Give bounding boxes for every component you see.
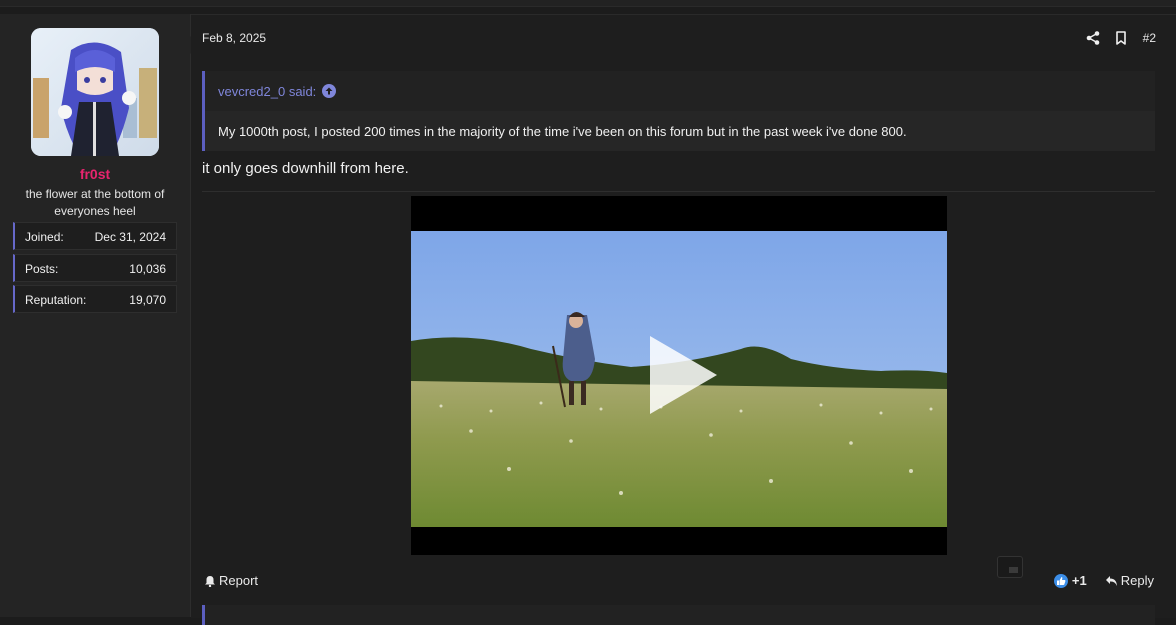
arrow-up-circle-icon[interactable] xyxy=(322,84,337,98)
username[interactable]: fr0st xyxy=(0,166,190,182)
post: Feb 8, 2025 #2 vevcred2_0 said: My 1000t… xyxy=(191,14,1176,625)
next-quote-block xyxy=(202,605,1155,625)
divider xyxy=(202,191,1155,192)
quote-block: vevcred2_0 said: My 1000th post, I poste… xyxy=(202,71,1155,151)
thumbs-up-icon[interactable] xyxy=(1053,573,1068,588)
post-number[interactable]: #2 xyxy=(1143,31,1156,45)
reply-label: Reply xyxy=(1120,573,1154,588)
stat-label: Joined: xyxy=(25,230,64,244)
reply-arrow-icon xyxy=(1105,575,1117,586)
bookmark-icon[interactable] xyxy=(1113,30,1129,46)
picture-in-picture-icon[interactable] xyxy=(997,556,1023,578)
reaction-score[interactable]: +1 xyxy=(1072,573,1087,588)
top-strip xyxy=(0,0,1176,7)
stat-value: 19,070 xyxy=(129,293,166,307)
post-header-actions: #2 xyxy=(1085,30,1156,46)
stat-label: Reputation: xyxy=(25,293,87,307)
play-icon[interactable] xyxy=(650,336,717,414)
stat-joined: Joined: Dec 31, 2024 xyxy=(13,222,177,250)
stat-value: 10,036 xyxy=(129,262,166,276)
report-button[interactable]: Report xyxy=(204,573,258,588)
bell-icon xyxy=(205,575,215,587)
quote-author[interactable]: vevcred2_0 said: xyxy=(218,84,316,99)
quote-header: vevcred2_0 said: xyxy=(205,71,1155,111)
user-sidebar: fr0st the flower at the bottom of everyo… xyxy=(0,14,199,617)
post-date[interactable]: Feb 8, 2025 xyxy=(202,31,266,45)
quote-text: My 1000th post, I posted 200 times in th… xyxy=(205,111,1155,151)
post-actions: +1 Reply xyxy=(1053,573,1154,588)
stat-label: Posts: xyxy=(25,262,59,276)
share-icon[interactable] xyxy=(1085,30,1101,46)
avatar[interactable] xyxy=(31,28,159,156)
reply-button[interactable]: Reply xyxy=(1105,573,1154,588)
user-title: the flower at the bottom of everyones he… xyxy=(25,187,165,218)
report-label: Report xyxy=(219,573,259,588)
post-message: it only goes downhill from here. xyxy=(202,160,409,177)
stat-reputation: Reputation: 19,070 xyxy=(13,285,177,313)
stat-value: Dec 31, 2024 xyxy=(94,230,166,244)
stat-posts: Posts: 10,036 xyxy=(13,254,177,282)
video-embed[interactable] xyxy=(411,196,947,555)
